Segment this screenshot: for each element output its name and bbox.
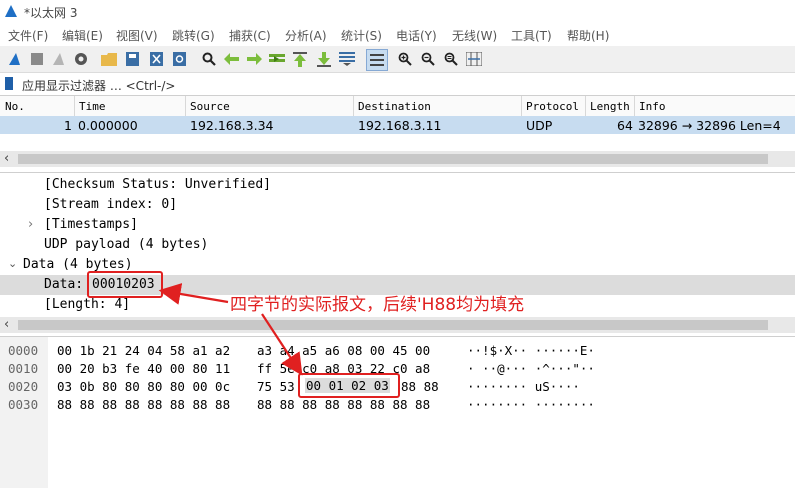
annotation-note: 四字节的实际报文，后续'H88均为填充 [230,295,525,315]
arrow-to-data-value [158,283,229,305]
annotation-arrows [158,283,303,376]
arrow-to-payload-bytes [261,313,303,376]
